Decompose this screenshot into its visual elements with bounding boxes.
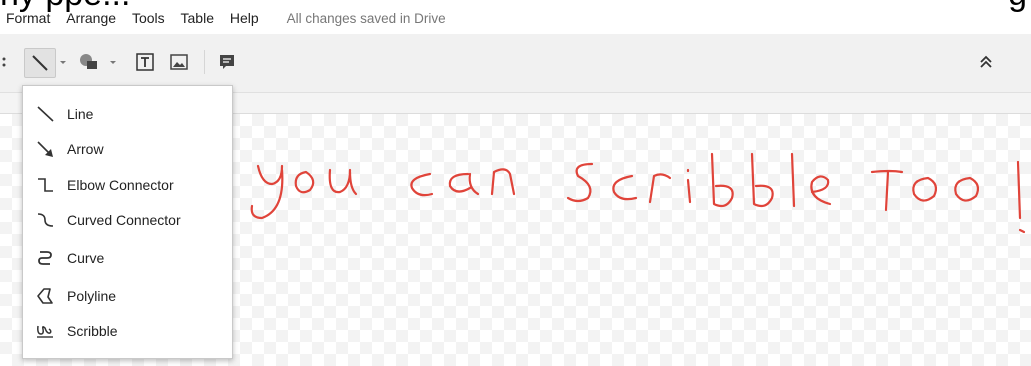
shape-icon	[80, 54, 97, 69]
line-tool-dropdown[interactable]	[56, 48, 70, 76]
menu-arrange[interactable]: Arrange	[66, 8, 116, 28]
menu-item-label: Arrow	[67, 141, 104, 157]
menu-table[interactable]: Table	[181, 8, 214, 28]
menu-item-label: Curve	[67, 250, 105, 266]
line-icon	[33, 104, 57, 124]
toolbar-separator	[204, 50, 205, 74]
elbow-connector-icon	[33, 175, 57, 195]
chevron-down-icon	[110, 61, 116, 64]
text-box-icon	[136, 53, 154, 71]
menu-item-curved-connector[interactable]: Curved Connector	[23, 205, 232, 235]
line-type-menu: Line Arrow Elbow Connector Curved Connec…	[22, 85, 233, 359]
menu-format[interactable]: Format	[6, 8, 50, 28]
menu-item-curve[interactable]: Curve	[23, 243, 232, 273]
menu-item-line[interactable]: Line	[23, 99, 232, 129]
menu-item-elbow-connector[interactable]: Elbow Connector	[23, 170, 232, 200]
line-tool-button[interactable]	[24, 48, 56, 78]
menu-item-label: Curved Connector	[67, 212, 181, 228]
menu-item-label: Line	[67, 106, 94, 122]
menu-item-label: Scribble	[67, 323, 118, 339]
collapse-toolbar-button[interactable]	[973, 48, 999, 76]
menu-bar: Format Arrange Tools Table Help All chan…	[0, 8, 1031, 28]
image-button[interactable]	[166, 48, 192, 76]
save-status: All changes saved in Drive	[286, 11, 446, 26]
shape-tool-dropdown[interactable]	[106, 48, 120, 76]
menu-item-label: Polyline	[67, 288, 117, 304]
chevron-down-icon	[60, 61, 66, 64]
arrow-icon	[33, 139, 57, 159]
comment-icon	[220, 55, 234, 69]
menu-help[interactable]: Help	[230, 8, 259, 28]
comment-button[interactable]	[214, 48, 240, 76]
text-box-button[interactable]	[132, 48, 158, 76]
shape-tool-button[interactable]	[74, 48, 104, 76]
menu-item-polyline[interactable]: Polyline	[23, 281, 232, 311]
double-chevron-up-icon	[980, 55, 992, 68]
menu-tools[interactable]: Tools	[132, 8, 165, 28]
menu-item-arrow[interactable]: Arrow	[23, 134, 232, 164]
curved-connector-icon	[33, 210, 57, 230]
curve-icon	[33, 248, 57, 268]
scribble-icon	[33, 321, 57, 341]
partial-toolbar-icon[interactable]	[0, 48, 10, 76]
image-icon	[170, 54, 188, 70]
menu-item-label: Elbow Connector	[67, 177, 174, 193]
menu-item-scribble[interactable]: Scribble	[23, 316, 232, 346]
line-icon	[32, 55, 48, 71]
polyline-icon	[33, 286, 57, 306]
